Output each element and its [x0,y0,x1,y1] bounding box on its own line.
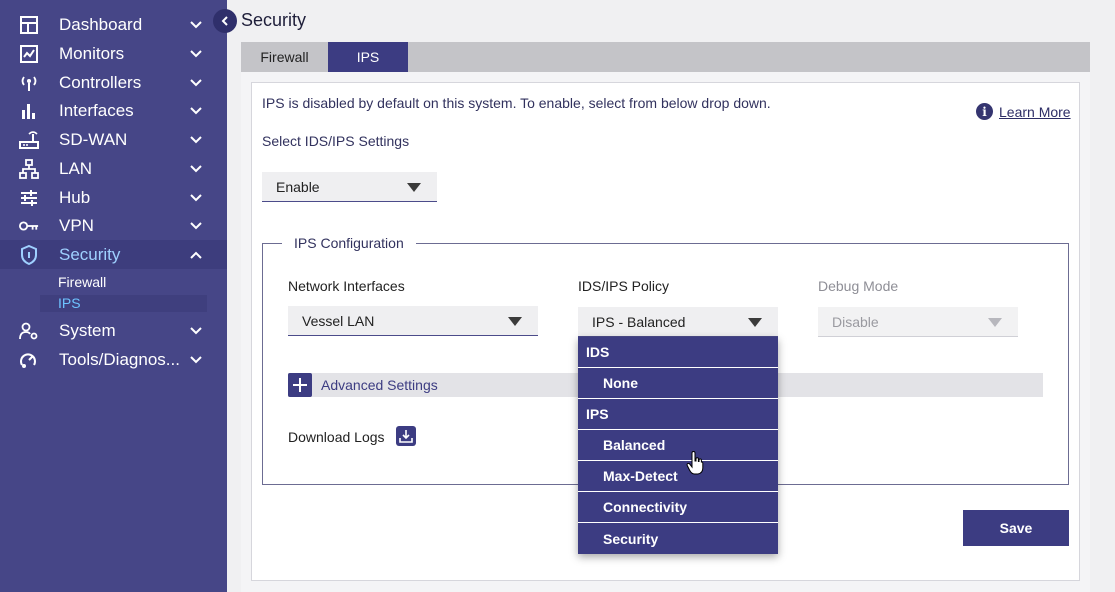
sidebar-item-system[interactable]: System [0,316,227,345]
download-logs-label: Download Logs [288,429,385,445]
plus-icon [293,378,307,392]
dropdown-option-none[interactable]: None [578,368,778,399]
select-value: Vessel LAN [302,312,375,329]
sidebar-item-monitors[interactable]: Monitors [0,39,227,68]
sidebar-item-vpn[interactable]: VPN [0,211,227,240]
info-icon: i [976,103,993,120]
select-settings-label: Select IDS/IPS Settings [262,133,410,149]
sidebar-item-label: SD-WAN [59,129,128,149]
sidebar-subitem-ips[interactable]: IPS [58,295,81,311]
sidebar-item-controllers[interactable]: Controllers [0,68,227,97]
router-icon [19,130,39,150]
chevron-down-icon [190,326,202,334]
chevron-left-icon [221,16,228,26]
download-icon [399,430,413,443]
tab-bar: Firewall IPS [241,42,1090,72]
select-value: IPS - Balanced [592,313,686,330]
sidebar-subitem-firewall[interactable]: Firewall [58,274,106,290]
debug-mode-label: Debug Mode [818,278,899,294]
sliders-icon [19,188,39,208]
chevron-down-icon [190,78,202,86]
sidebar: Dashboard Monitors Controllers Interface… [0,0,227,592]
hand-cursor-icon [686,451,704,475]
sidebar-item-label: System [59,320,116,340]
chevron-down-icon [190,20,202,28]
chevron-down-icon [190,355,202,363]
network-interfaces-select[interactable]: Vessel LAN [288,306,538,336]
dropdown-group-ids: IDS [578,337,778,368]
user-gear-icon [19,321,39,341]
shield-icon [19,244,39,265]
tools-icon [19,350,39,370]
sidebar-item-label: LAN [59,158,93,178]
select-value: Enable [276,178,320,195]
caret-down-icon [407,183,421,192]
learn-more-link[interactable]: i Learn More [976,103,1071,120]
sidebar-item-label: Hub [59,187,91,207]
key-icon [19,216,39,236]
dropdown-option-connectivity[interactable]: Connectivity [578,492,778,523]
ids-ips-settings-select[interactable]: Enable [262,172,437,202]
sidebar-item-lan[interactable]: LAN [0,154,227,183]
save-button[interactable]: Save [963,510,1069,546]
chevron-up-icon [190,251,202,259]
sidebar-item-hub[interactable]: Hub [0,183,227,212]
chevron-down-icon [190,106,202,114]
download-logs-button[interactable] [396,426,416,446]
sidebar-item-tools-diagnostics[interactable]: Tools/Diagnos... [0,345,227,374]
sidebar-item-label: Monitors [59,43,125,63]
tab-ips[interactable]: IPS [328,42,408,72]
advanced-settings-label[interactable]: Advanced Settings [321,377,438,393]
chevron-down-icon [190,164,202,172]
ids-ips-policy-dropdown: IDS None IPS Balanced Max-Detect Connect… [578,337,778,554]
dropdown-option-max-detect[interactable]: Max-Detect [578,461,778,492]
ips-configuration-legend: IPS Configuration [282,235,416,251]
sidebar-item-label: Tools/Diagnos... [59,349,180,369]
sidebar-item-sd-wan[interactable]: SD-WAN [0,125,227,154]
expand-advanced-button[interactable] [288,373,312,397]
ids-ips-policy-select[interactable]: IPS - Balanced [578,307,778,337]
sidebar-item-label: VPN [59,215,94,235]
sidebar-item-label: Security [59,244,121,264]
sidebar-item-label: Controllers [59,72,142,92]
sidebar-item-dashboard[interactable]: Dashboard [0,10,227,39]
page-title: Security [241,10,307,30]
info-text: IPS is disabled by default on this syste… [262,95,771,111]
bar-chart-icon [19,101,39,121]
network-tree-icon [19,158,39,179]
chevron-down-icon [190,135,202,143]
dropdown-option-security[interactable]: Security [578,523,778,554]
dashboard-icon [19,15,39,35]
caret-down-icon [748,318,762,327]
antenna-icon [19,73,39,93]
sidebar-item-label: Dashboard [59,14,143,34]
chevron-down-icon [190,49,202,57]
tab-firewall[interactable]: Firewall [241,42,328,72]
caret-down-icon [508,317,522,326]
ids-ips-policy-label: IDS/IPS Policy [578,278,670,294]
chevron-down-icon [190,221,202,229]
learn-more-text: Learn More [999,103,1071,120]
sidebar-item-interfaces[interactable]: Interfaces [0,96,227,125]
dropdown-group-ips: IPS [578,399,778,430]
caret-down-icon [988,318,1002,327]
sidebar-item-security[interactable]: Security [0,240,227,269]
network-interfaces-label: Network Interfaces [288,278,405,294]
debug-mode-select: Disable [818,307,1018,337]
sidebar-item-label: Interfaces [59,100,134,120]
monitor-chart-icon [19,44,39,64]
chevron-down-icon [190,193,202,201]
dropdown-option-balanced[interactable]: Balanced [578,430,778,461]
collapse-sidebar-button[interactable] [213,9,237,33]
select-value: Disable [832,313,879,330]
